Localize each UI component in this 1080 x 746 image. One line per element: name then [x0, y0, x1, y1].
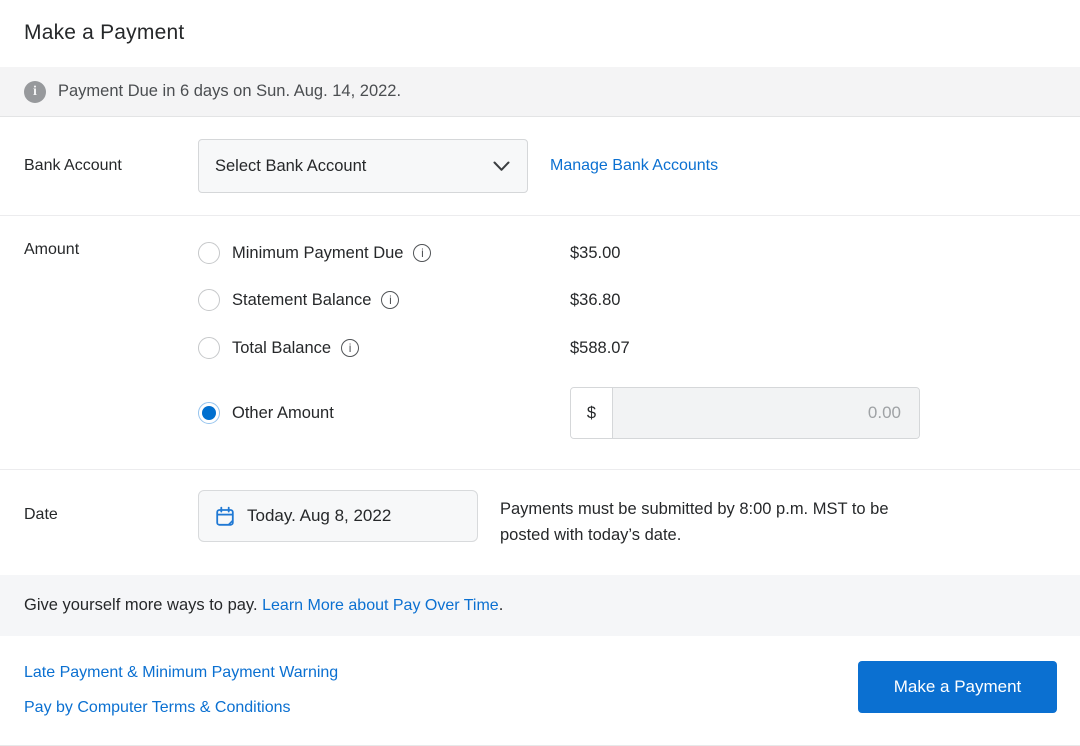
- dollar-prefix: $: [571, 388, 613, 438]
- option-other-amount: Other Amount $: [198, 387, 920, 439]
- date-label: Date: [24, 506, 198, 548]
- date-picker-value: Today. Aug 8, 2022: [247, 506, 391, 526]
- pay-over-time-link[interactable]: Learn More about Pay Over Time: [262, 597, 499, 614]
- manage-bank-accounts-link[interactable]: Manage Bank Accounts: [550, 157, 718, 175]
- other-amount-input[interactable]: [613, 388, 919, 438]
- date-picker-button[interactable]: Today. Aug 8, 2022: [198, 490, 478, 542]
- total-balance-radio[interactable]: [198, 337, 220, 359]
- pay-over-time-prefix: Give yourself more ways to pay.: [24, 596, 262, 614]
- amount-options: Minimum Payment Due i $35.00 Statement B…: [198, 241, 920, 439]
- payment-cutoff-note: Payments must be submitted by 8:00 p.m. …: [500, 496, 910, 548]
- pay-over-time-text: Give yourself more ways to pay. Learn Mo…: [24, 596, 503, 615]
- page-title: Make a Payment: [24, 21, 1056, 45]
- make-a-payment-page: Make a Payment i Payment Due in 6 days o…: [0, 0, 1080, 746]
- option-total-balance: Total Balance i $588.07: [198, 336, 920, 360]
- pay-over-time-suffix: .: [499, 596, 504, 614]
- bank-account-label: Bank Account: [24, 157, 198, 175]
- date-row: Date Today. Aug 8, 2022 Payments must be…: [0, 470, 1080, 575]
- calendar-icon: [215, 506, 235, 527]
- statement-balance-radio[interactable]: [198, 289, 220, 311]
- bank-account-select-value: Select Bank Account: [215, 157, 366, 176]
- minimum-payment-due-value: $35.00: [570, 244, 620, 263]
- minimum-payment-due-label: Minimum Payment Due: [232, 244, 403, 263]
- bank-account-row: Bank Account Select Bank Account Manage …: [0, 117, 1080, 216]
- info-icon: i: [24, 81, 46, 103]
- payment-due-text: Payment Due in 6 days on Sun. Aug. 14, 2…: [58, 82, 401, 101]
- other-amount-field: $: [570, 387, 920, 439]
- option-minimum-payment-due: Minimum Payment Due i $35.00: [198, 241, 920, 265]
- total-balance-info-icon[interactable]: i: [341, 339, 359, 357]
- payment-due-notice: i Payment Due in 6 days on Sun. Aug. 14,…: [0, 67, 1080, 117]
- other-amount-radio[interactable]: [198, 402, 220, 424]
- statement-balance-label: Statement Balance: [232, 291, 371, 310]
- minimum-payment-due-info-icon[interactable]: i: [413, 244, 431, 262]
- total-balance-value: $588.07: [570, 339, 630, 358]
- pay-over-time-bar: Give yourself more ways to pay. Learn Mo…: [0, 575, 1080, 636]
- minimum-payment-due-radio[interactable]: [198, 242, 220, 264]
- page-header: Make a Payment: [0, 0, 1080, 67]
- amount-label: Amount: [24, 241, 198, 439]
- statement-balance-info-icon[interactable]: i: [381, 291, 399, 309]
- amount-section: Amount Minimum Payment Due i $35.00 Stat…: [0, 216, 1080, 470]
- bank-account-select[interactable]: Select Bank Account: [198, 139, 528, 193]
- footer: Late Payment & Minimum Payment Warning P…: [0, 636, 1080, 745]
- chevron-down-icon: [493, 161, 510, 172]
- statement-balance-value: $36.80: [570, 291, 620, 310]
- option-statement-balance: Statement Balance i $36.80: [198, 288, 920, 312]
- total-balance-label: Total Balance: [232, 339, 331, 358]
- other-amount-label: Other Amount: [232, 404, 334, 423]
- make-a-payment-button[interactable]: Make a Payment: [858, 661, 1057, 713]
